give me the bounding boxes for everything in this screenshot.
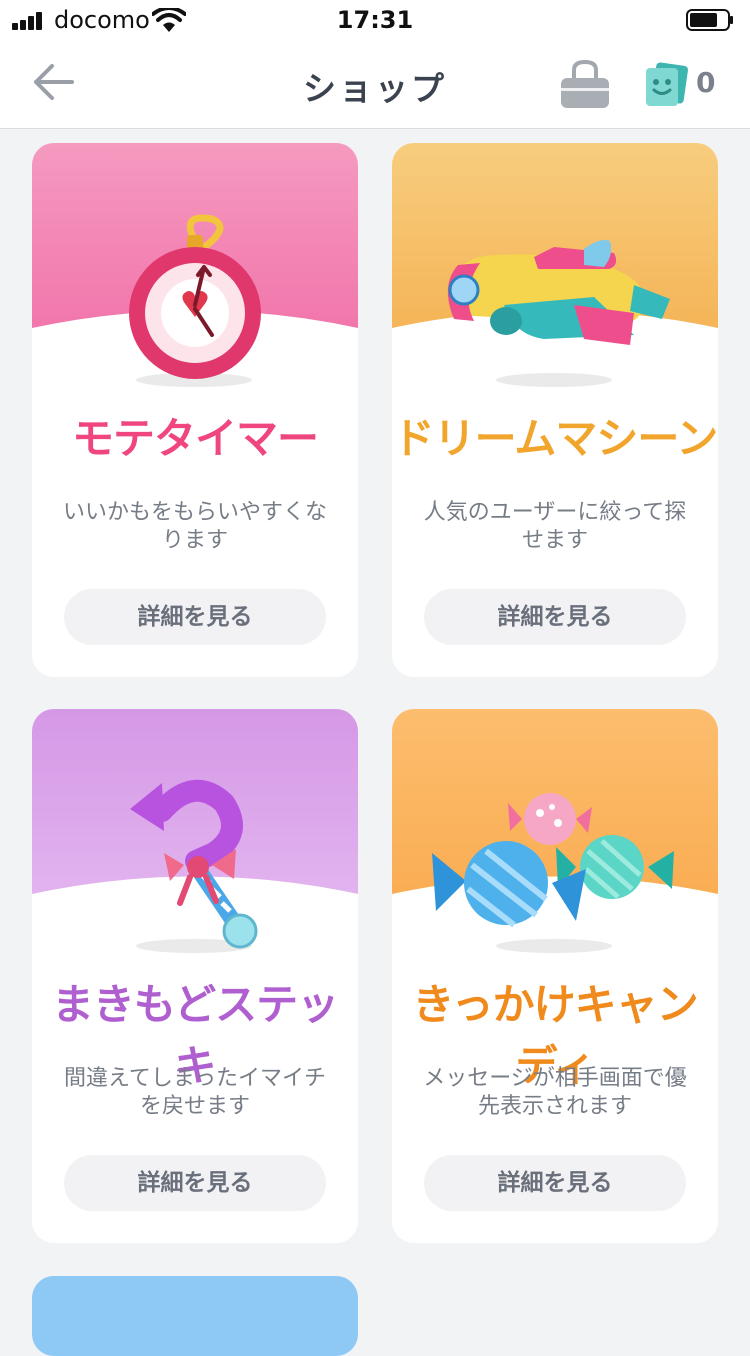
battery-icon bbox=[686, 9, 733, 31]
airplane-icon bbox=[447, 240, 670, 345]
item-description: 人気のユーザーに絞って探せます bbox=[423, 500, 687, 553]
shop-item-card-kikkake-candy[interactable]: きっかけキャンディ メッセージが相手画面で優先表示されます 詳細を見る bbox=[392, 709, 718, 1243]
status-time: 17:31 bbox=[336, 6, 414, 34]
details-button[interactable]: 詳細を見る bbox=[64, 589, 326, 645]
item-logo: ドリームマシーン bbox=[392, 414, 718, 463]
ticket-icon[interactable] bbox=[644, 62, 688, 108]
shop-item-card-makimodo-stick[interactable]: まきもどステッキ 間違えてしまったイマイチを戻せます 詳細を見る bbox=[32, 709, 358, 1243]
shopping-bag-icon[interactable] bbox=[558, 60, 612, 112]
details-button[interactable]: 詳細を見る bbox=[424, 1155, 686, 1211]
item-logo: モテタイマー bbox=[71, 414, 319, 463]
shop-item-card-mote-timer[interactable]: モテタイマー いいかもをもらいやすくなります 詳細を見る bbox=[32, 143, 358, 677]
magic-wand-icon bbox=[130, 779, 258, 949]
shop-item-card-dream-machine[interactable]: ドリームマシーン 人気のユーザーに絞って探せます 詳細を見る bbox=[392, 143, 718, 677]
candy-icon bbox=[432, 793, 674, 928]
page-title: ショップ bbox=[303, 69, 447, 108]
details-button[interactable]: 詳細を見る bbox=[424, 589, 686, 645]
item-description: メッセージが相手画面で優先表示されます bbox=[423, 1066, 687, 1119]
shop-item-card-partial[interactable] bbox=[32, 1276, 358, 1356]
navigation-bar: ショップ 0 bbox=[0, 42, 750, 129]
item-shadow bbox=[496, 939, 612, 953]
status-bar: docomo 17:31 bbox=[0, 0, 750, 42]
ticket-count: 0 bbox=[696, 66, 716, 99]
item-description: いいかもをもらいやすくなります bbox=[62, 500, 327, 553]
item-description: 間違えてしまったイマイチを戻せます bbox=[63, 1066, 327, 1119]
details-button[interactable]: 詳細を見る bbox=[64, 1155, 326, 1211]
item-shadow bbox=[496, 373, 612, 387]
stopwatch-icon bbox=[129, 214, 261, 379]
